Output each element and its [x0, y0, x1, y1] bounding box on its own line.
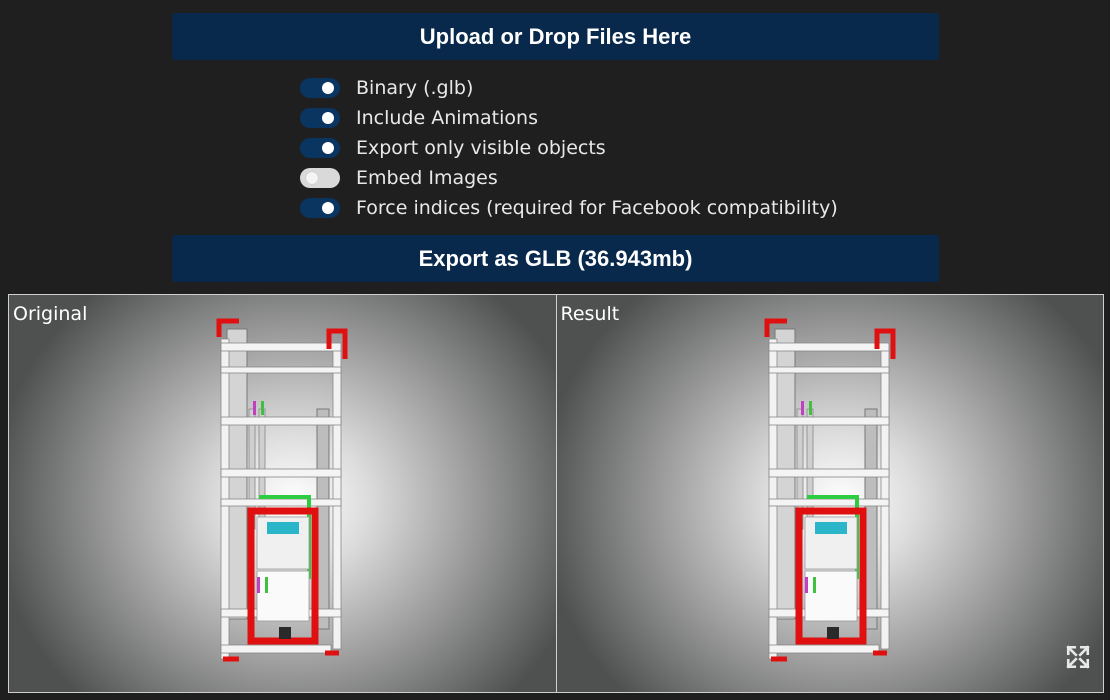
option-binary[interactable]: Binary (.glb) [300, 73, 838, 103]
binary-toggle[interactable] [300, 78, 340, 98]
toggle-knob [322, 82, 334, 94]
force-indices-toggle[interactable] [300, 198, 340, 218]
option-label: Export only visible objects [356, 137, 606, 159]
option-label: Binary (.glb) [356, 77, 474, 99]
original-label: Original [13, 303, 88, 325]
option-animations[interactable]: Include Animations [300, 103, 838, 133]
option-force-indices[interactable]: Force indices (required for Facebook com… [300, 193, 838, 223]
export-button[interactable]: Export as GLB (36.943mb) [172, 235, 939, 282]
toggle-knob [322, 202, 334, 214]
visible-only-toggle[interactable] [300, 138, 340, 158]
export-options: Binary (.glb) Include Animations Export … [300, 73, 838, 223]
installation-frame-model [216, 318, 348, 662]
option-label: Force indices (required for Facebook com… [356, 197, 838, 219]
expand-arrows-icon[interactable] [1065, 644, 1091, 670]
option-visible-only[interactable]: Export only visible objects [300, 133, 838, 163]
original-viewer[interactable]: Original [9, 295, 556, 692]
installation-frame-model [764, 318, 895, 662]
toggle-knob [322, 112, 334, 124]
embed-images-toggle[interactable] [300, 168, 340, 188]
result-viewer[interactable]: Result [555, 295, 1103, 692]
animations-toggle[interactable] [300, 108, 340, 128]
option-label: Embed Images [356, 167, 498, 189]
toggle-knob [306, 172, 318, 184]
viewer-panels: Original Result [8, 294, 1104, 693]
result-label: Result [560, 303, 620, 325]
upload-button[interactable]: Upload or Drop Files Here [172, 13, 939, 60]
option-label: Include Animations [356, 107, 538, 129]
toggle-knob [322, 142, 334, 154]
option-embed-images[interactable]: Embed Images [300, 163, 838, 193]
